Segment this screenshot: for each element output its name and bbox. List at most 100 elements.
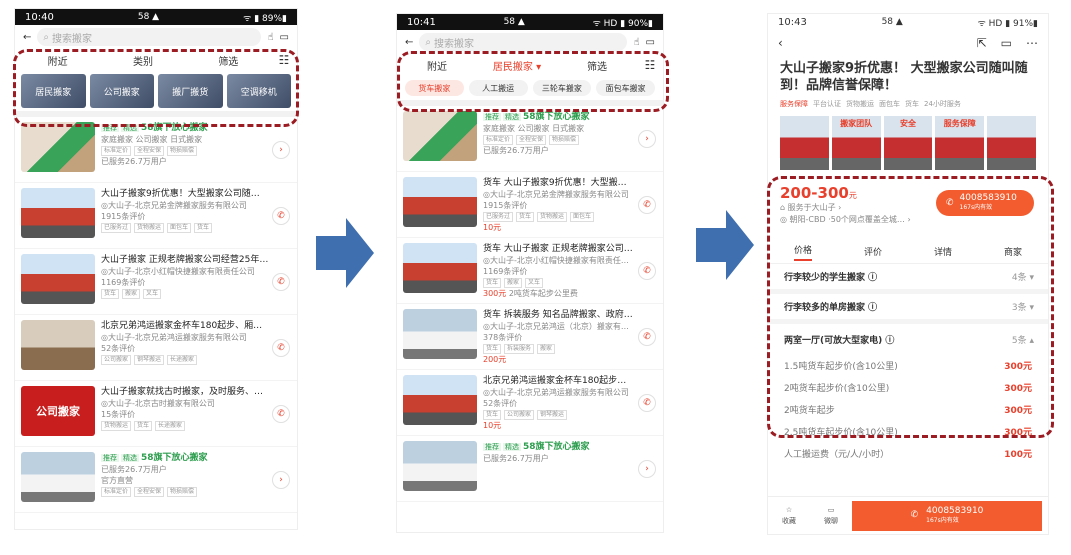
status-notif: 58 ▲ [137,12,160,22]
back-arrow-icon[interactable]: ← [405,37,413,48]
phone-icon: ✆ [910,510,919,520]
list-item[interactable]: 大山子搬家 正规老牌搬家公司经营25年… ◎大山子-北京小红帽快捷搬家有限责任公司… [15,249,297,315]
call-button[interactable]: ✆ 4008583910 167s内有效 [936,190,1034,216]
price-section[interactable]: 两室一厅(可放大型家电) ⓘ 5条 ▴ [768,324,1048,354]
list-item[interactable]: 公司搬家 大山子搬家就找古时搬家，及时服务、… ◎大山子-北京古时搬家有限公司 15条… [15,381,297,447]
chat-button[interactable]: ▭ 微聊 [810,505,852,527]
photo[interactable]: 安全 [883,116,933,170]
chip-van[interactable]: 面包车搬家 [596,80,655,96]
tag: 公司搬家 [101,355,132,365]
photo[interactable]: 搬家团队 [831,116,881,170]
tag: 全程安保 [516,135,547,145]
tab-reviews[interactable]: 评价 [864,245,882,258]
photo[interactable] [987,116,1036,170]
search-input[interactable]: ⌕ 搜索搬家 [419,33,628,51]
search-icon: ⌕ [425,36,431,48]
filter-screen[interactable]: 筛选 [186,53,271,68]
filter-screen[interactable]: 筛选 [557,58,637,73]
list-item[interactable]: 大山子搬家9折优惠！大型搬家公司随… ◎大山子-北京兄弟金牌搬家服务有限公司 191… [15,183,297,249]
price-row: 2吨货车起步价(含10公里) 300元 [784,383,1032,394]
tag: 长途搬家 [167,355,198,365]
served-count: 已服务26.7万用户 [483,146,549,155]
flow-arrow-icon [316,218,374,288]
more-icon[interactable]: ⋯ [1026,36,1038,50]
item-tags: 货车 搬家 叉车 [101,289,269,299]
tag: 货车 [134,421,153,431]
tag: 搬家 [122,289,141,299]
category-company[interactable]: 公司搬家 [89,74,154,108]
photo[interactable]: 服务保障 [935,116,985,170]
item-title: 北京兄弟鸿运搬家金杯车180起步、厢… [101,321,263,331]
tag: 面包车 [879,100,900,108]
hand-icon[interactable]: ☝ [633,37,639,48]
message-icon[interactable]: ▭ [646,37,655,48]
item-subtitle: 家庭搬家 公司搬家 日式搬家 [483,124,585,133]
phone-icon[interactable]: ✆ [638,328,656,346]
list-item[interactable]: 推荐 精选 58旗下放心搬家 已服务26.7万用户 官方直营 标准定价 全程安保 物损赔偿 › [15,447,297,513]
item-subtitle: ◎大山子-北京兄弟金牌搬家服务有限公司 [101,201,247,210]
list-item[interactable]: 推荐 精选 58旗下放心搬家 家庭搬家 公司搬家 日式搬家 标准定价 全程安保 物损赔偿 已服… [15,117,297,183]
status-bar: 10:40 58 ▲ ᯤ ▮ 89%▮ [15,9,297,25]
list-item[interactable]: 货车 大山子搬家 正规老牌搬家公司经… ◎大山子-北京小红帽快捷搬家有限责任公司 1… [397,238,663,304]
share-icon[interactable]: ⇱ [977,36,987,50]
message-icon[interactable]: ▭ [280,32,289,43]
phone-icon[interactable]: ✆ [272,273,290,291]
tag: 全程安保 [134,146,165,156]
photo-gallery[interactable]: 搬家团队 安全 服务保障 [768,112,1048,174]
list-item[interactable]: 推荐 精选 58旗下放心搬家 已服务26.7万用户 › [397,436,663,502]
filter-nearby[interactable]: 附近 [397,58,477,73]
category-residential[interactable]: 居民搬家 [21,74,86,108]
filter-bar: 附近 类别 筛选 ☷ [15,49,297,71]
back-chevron-icon[interactable]: ‹ [778,36,783,50]
arrow-right-icon[interactable]: › [272,141,290,159]
thumbnail [403,243,477,293]
filter-category[interactable]: 居民搬家 ▾ [477,58,557,73]
phone-icon[interactable]: ✆ [638,262,656,280]
hand-icon[interactable]: ☝ [267,32,273,43]
tab-merchant[interactable]: 商家 [1004,245,1022,258]
list-item[interactable]: 北京兄弟鸿运搬家金杯车180起步、厢… ◎大山子-北京兄弟鸿运搬家服务有限公司 52… [397,370,663,436]
category-ac[interactable]: 空调移机 [226,74,291,108]
chip-tricycle[interactable]: 三轮车搬家 [532,80,592,96]
tag: 面包车 [570,212,595,222]
price-section[interactable]: 行李较少的学生搬家 ⓘ 4条 ▾ [768,264,1048,294]
bottom-call-button[interactable]: ✆ 4008583910 167s内有效 [852,500,1042,531]
list-item[interactable]: 货车 大山子搬家9折优惠！大型搬家公… ◎大山子-北京兄弟金牌搬家服务有限公司 19… [397,172,663,238]
tag: 物损赔偿 [549,135,580,145]
arrow-right-icon[interactable]: › [638,460,656,478]
arrow-right-icon[interactable]: › [272,471,290,489]
phone-icon[interactable]: ✆ [272,339,290,357]
tab-price[interactable]: 价格 [793,243,812,261]
item-subtitle: ◎大山子-北京小红帽快捷搬家有限责任公司 [483,256,635,265]
chip-truck[interactable]: 货车搬家 [405,80,464,96]
thumbnail [21,188,95,238]
phone-icon[interactable]: ✆ [638,394,656,412]
arrow-right-icon[interactable]: › [638,130,656,148]
item-title: 大山子搬家9折优惠！大型搬家公司随… [101,189,260,199]
badge: 精选 [121,454,139,462]
phone-icon[interactable]: ✆ [272,405,290,423]
phone-icon[interactable]: ✆ [272,207,290,225]
tag: 已服务过 [101,223,132,233]
star-icon: ☆ [785,505,793,514]
back-arrow-icon[interactable]: ← [23,32,31,43]
tab-details[interactable]: 详情 [934,245,952,258]
list-item[interactable]: 货车 拆装服务 知名品牌搬家、政府采… ◎大山子-北京兄弟鸿运（北京）搬家有限责任… [397,304,663,370]
photo[interactable] [780,116,829,170]
filter-nearby[interactable]: 附近 [15,53,100,68]
filter-category[interactable]: 类别 [100,53,185,68]
list-item[interactable]: 北京兄弟鸿运搬家金杯车180起步、厢… ◎大山子-北京兄弟鸿运搬家服务有限公司 52… [15,315,297,381]
category-factory[interactable]: 搬厂搬货 [158,74,223,108]
grid-view-icon[interactable]: ☷ [637,58,663,72]
chat-icon[interactable]: ▭ [1001,36,1012,50]
list-item[interactable]: 推荐 精选 58旗下放心搬家 家庭搬家 公司搬家 日式搬家 标准定价 全程安保 物损赔偿 已服… [397,106,663,172]
price-section[interactable]: 行李较多的单房搬家 ⓘ 3条 ▾ [768,294,1048,324]
tag: 拆装服务 [504,344,535,354]
search-input[interactable]: ⌕ 搜索搬家 [37,28,262,46]
item-subtitle: ◎大山子-北京兄弟金牌搬家服务有限公司 [483,190,629,199]
phone-icon[interactable]: ✆ [638,196,656,214]
item-subtitle: 已服务26.7万用户 [101,465,167,474]
favorite-button[interactable]: ☆ 收藏 [768,505,810,527]
grid-view-icon[interactable]: ☷ [271,53,297,67]
chip-manual[interactable]: 人工搬运 [468,80,528,96]
